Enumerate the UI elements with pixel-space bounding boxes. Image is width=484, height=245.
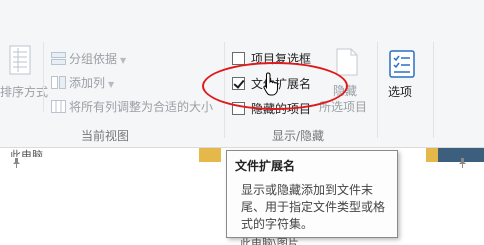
folder-icon — [199, 148, 221, 162]
folder-icon — [426, 148, 438, 162]
fit-columns-button[interactable]: 将所有列调整为合适的大小 — [51, 98, 213, 115]
separator — [377, 42, 378, 138]
list-item: 此电脑\图片 — [240, 238, 299, 245]
chevron-down-icon: ▼ — [108, 80, 115, 89]
current-view-group-label: 当前视图 — [81, 129, 130, 143]
tooltip-title: 文件扩展名 — [235, 159, 296, 173]
fit-columns-icon — [51, 100, 66, 113]
item-checkboxes-checkbox[interactable] — [232, 52, 245, 65]
pin-icon — [13, 158, 20, 168]
chevron-down-icon: ▼ — [120, 56, 127, 65]
tooltip-body: 显示或隐藏添加到文件末尾、用于指定文件类型或格式的字符集。 — [241, 183, 386, 231]
options-label: 选项 — [388, 85, 413, 99]
add-column-label: 添加列 — [69, 76, 106, 90]
hand-cursor-icon — [263, 72, 278, 96]
show-hide-group-label: 显示/隐藏 — [272, 129, 325, 143]
add-column-icon — [51, 76, 66, 89]
fit-columns-label: 将所有列调整为合适的大小 — [69, 100, 214, 114]
document-icon — [336, 48, 358, 76]
list-item: 此电脑 — [10, 149, 43, 157]
tooltip: 文件扩展名 显示或隐藏添加到文件末尾、用于指定文件类型或格式的字符集。 — [226, 150, 398, 238]
group-by-button[interactable]: 分组依据 ▼ — [51, 50, 126, 67]
pin-icon — [459, 158, 466, 168]
group-by-icon — [51, 52, 66, 65]
options-icon — [389, 50, 415, 78]
add-column-button[interactable]: 添加列 ▼ — [51, 74, 114, 91]
sort-label: 排序方式 — [0, 85, 49, 99]
sort-icon — [9, 45, 31, 75]
separator — [43, 42, 44, 112]
group-by-label: 分组依据 — [69, 52, 118, 66]
separator — [433, 42, 434, 138]
